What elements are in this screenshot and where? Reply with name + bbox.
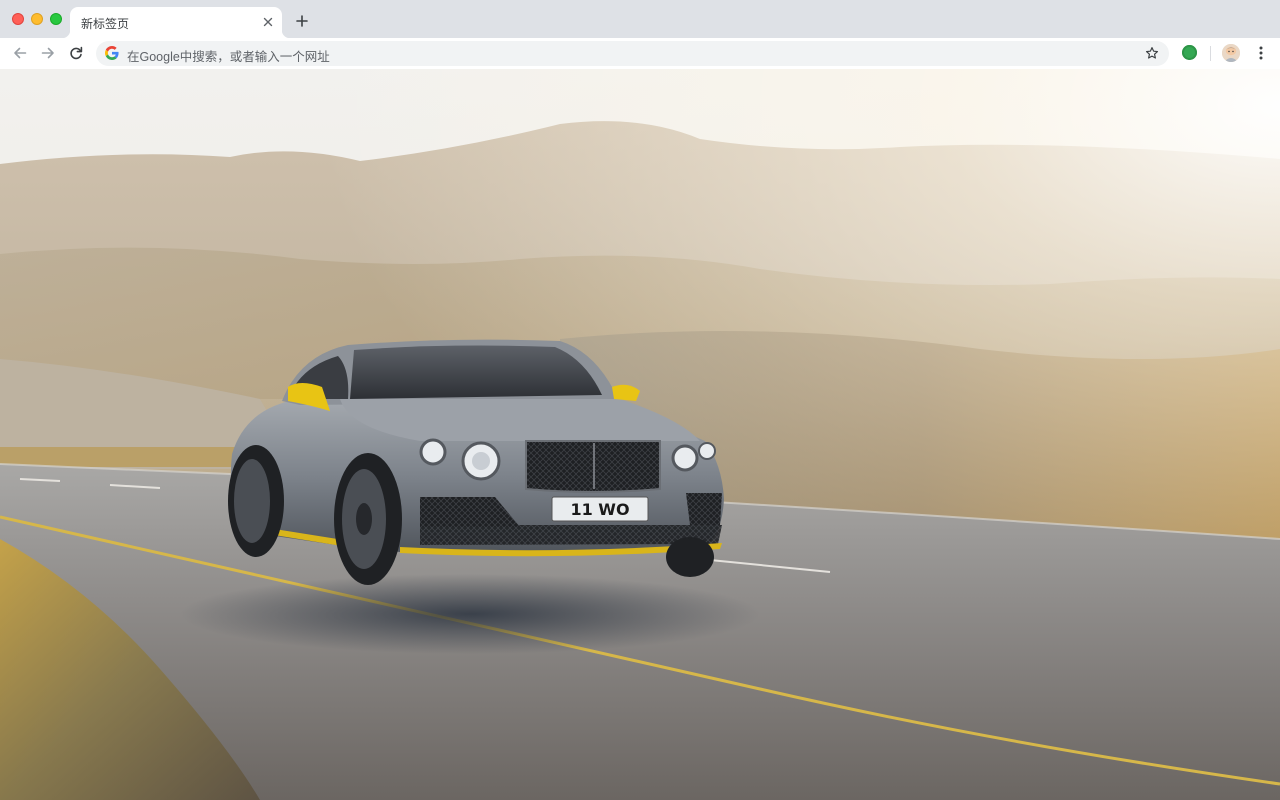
omnibox[interactable]: 在Google中搜索，或者输入一个网址 xyxy=(96,41,1169,66)
toolbar-divider xyxy=(1210,46,1211,61)
zoom-window-button[interactable] xyxy=(50,13,62,25)
avatar-icon xyxy=(1222,44,1240,62)
green-circle-icon[interactable] xyxy=(1182,45,1197,60)
close-icon[interactable] xyxy=(260,14,276,30)
bookmark-button[interactable] xyxy=(1144,45,1160,61)
plus-icon xyxy=(296,15,308,27)
forward-button[interactable] xyxy=(38,43,58,63)
menu-button[interactable] xyxy=(1252,44,1270,62)
omnibox-placeholder: 在Google中搜索，或者输入一个网址 xyxy=(127,50,330,64)
tab-title: 新标签页 xyxy=(81,17,130,31)
reload-icon xyxy=(70,46,83,60)
new-tab-button[interactable] xyxy=(292,11,312,31)
minimize-window-button[interactable] xyxy=(31,13,43,25)
arrow-right-icon xyxy=(41,47,54,59)
license-plate-text: 11 WO xyxy=(570,500,629,519)
tab-strip: 新标签页 xyxy=(0,0,1280,38)
more-vert-icon xyxy=(1259,46,1263,60)
new-tab-page: 11 WO xyxy=(0,69,1280,800)
arrow-left-icon xyxy=(14,47,27,59)
toolbar: 在Google中搜索，或者输入一个网址 xyxy=(0,38,1280,69)
star-icon xyxy=(1145,47,1159,59)
close-window-button[interactable] xyxy=(12,13,24,25)
back-button[interactable] xyxy=(10,43,30,63)
wallpaper-image: 11 WO xyxy=(0,69,1280,800)
google-icon xyxy=(105,46,119,60)
reload-button[interactable] xyxy=(66,43,86,63)
tab-new-tab[interactable]: 新标签页 xyxy=(62,7,290,38)
profile-avatar[interactable] xyxy=(1222,44,1240,62)
